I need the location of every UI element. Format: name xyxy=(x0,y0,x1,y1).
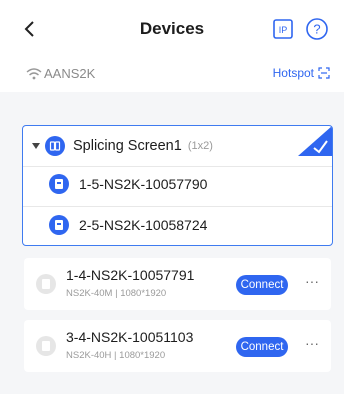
device-icon xyxy=(36,274,56,294)
group-name: Splicing Screen1 xyxy=(73,138,182,154)
more-button[interactable]: ··· xyxy=(303,274,321,293)
ip-icon[interactable]: IP xyxy=(272,18,294,40)
screen-group-card[interactable]: Splicing Screen1 (1x2) 1-5-NS2K-10057790… xyxy=(22,125,333,246)
device-icon xyxy=(49,174,69,194)
group-header[interactable]: Splicing Screen1 (1x2) xyxy=(23,126,332,166)
device-icon xyxy=(36,336,56,356)
svg-text:IP: IP xyxy=(279,25,288,35)
connect-button[interactable]: Connect xyxy=(236,337,288,357)
scan-icon xyxy=(318,67,330,79)
device-meta: NS2K-40M | 1080*1920 xyxy=(66,288,167,299)
more-button[interactable]: ··· xyxy=(303,336,321,355)
group-size: (1x2) xyxy=(187,140,213,152)
hotspot-button[interactable]: Hotspot xyxy=(273,66,330,80)
group-item-label: 1-5-NS2K-10057790 xyxy=(79,176,208,192)
network-ssid: AANS2K xyxy=(44,66,96,81)
device-card[interactable]: 3-4-NS2K-10051103 NS2K-40H | 1080*1920 C… xyxy=(24,320,331,372)
app-header: Devices IP ? xyxy=(0,0,344,58)
connect-button[interactable]: Connect xyxy=(236,275,288,295)
group-item-label: 2-5-NS2K-10058724 xyxy=(79,217,208,233)
selected-check-icon xyxy=(298,126,332,156)
svg-text:?: ? xyxy=(313,22,320,37)
network-row: AANS2K Hotspot xyxy=(0,58,344,92)
splicing-screen-icon xyxy=(45,136,65,156)
group-item[interactable]: 1-5-NS2K-10057790 xyxy=(49,169,207,199)
device-name: 1-4-NS2K-10057791 xyxy=(66,267,195,283)
device-name: 3-4-NS2K-10051103 xyxy=(66,329,194,345)
wifi-icon xyxy=(26,68,42,80)
device-icon xyxy=(49,215,69,235)
group-separator xyxy=(23,166,332,167)
device-meta: NS2K-40H | 1080*1920 xyxy=(66,350,166,361)
group-item[interactable]: 2-5-NS2K-10058724 xyxy=(49,210,207,240)
section-divider xyxy=(0,95,344,115)
group-separator xyxy=(23,206,332,207)
device-card[interactable]: 1-4-NS2K-10057791 NS2K-40M | 1080*1920 C… xyxy=(24,258,331,310)
caret-down-icon[interactable] xyxy=(31,141,41,151)
help-icon[interactable]: ? xyxy=(305,17,329,41)
hotspot-label: Hotspot xyxy=(272,66,314,80)
